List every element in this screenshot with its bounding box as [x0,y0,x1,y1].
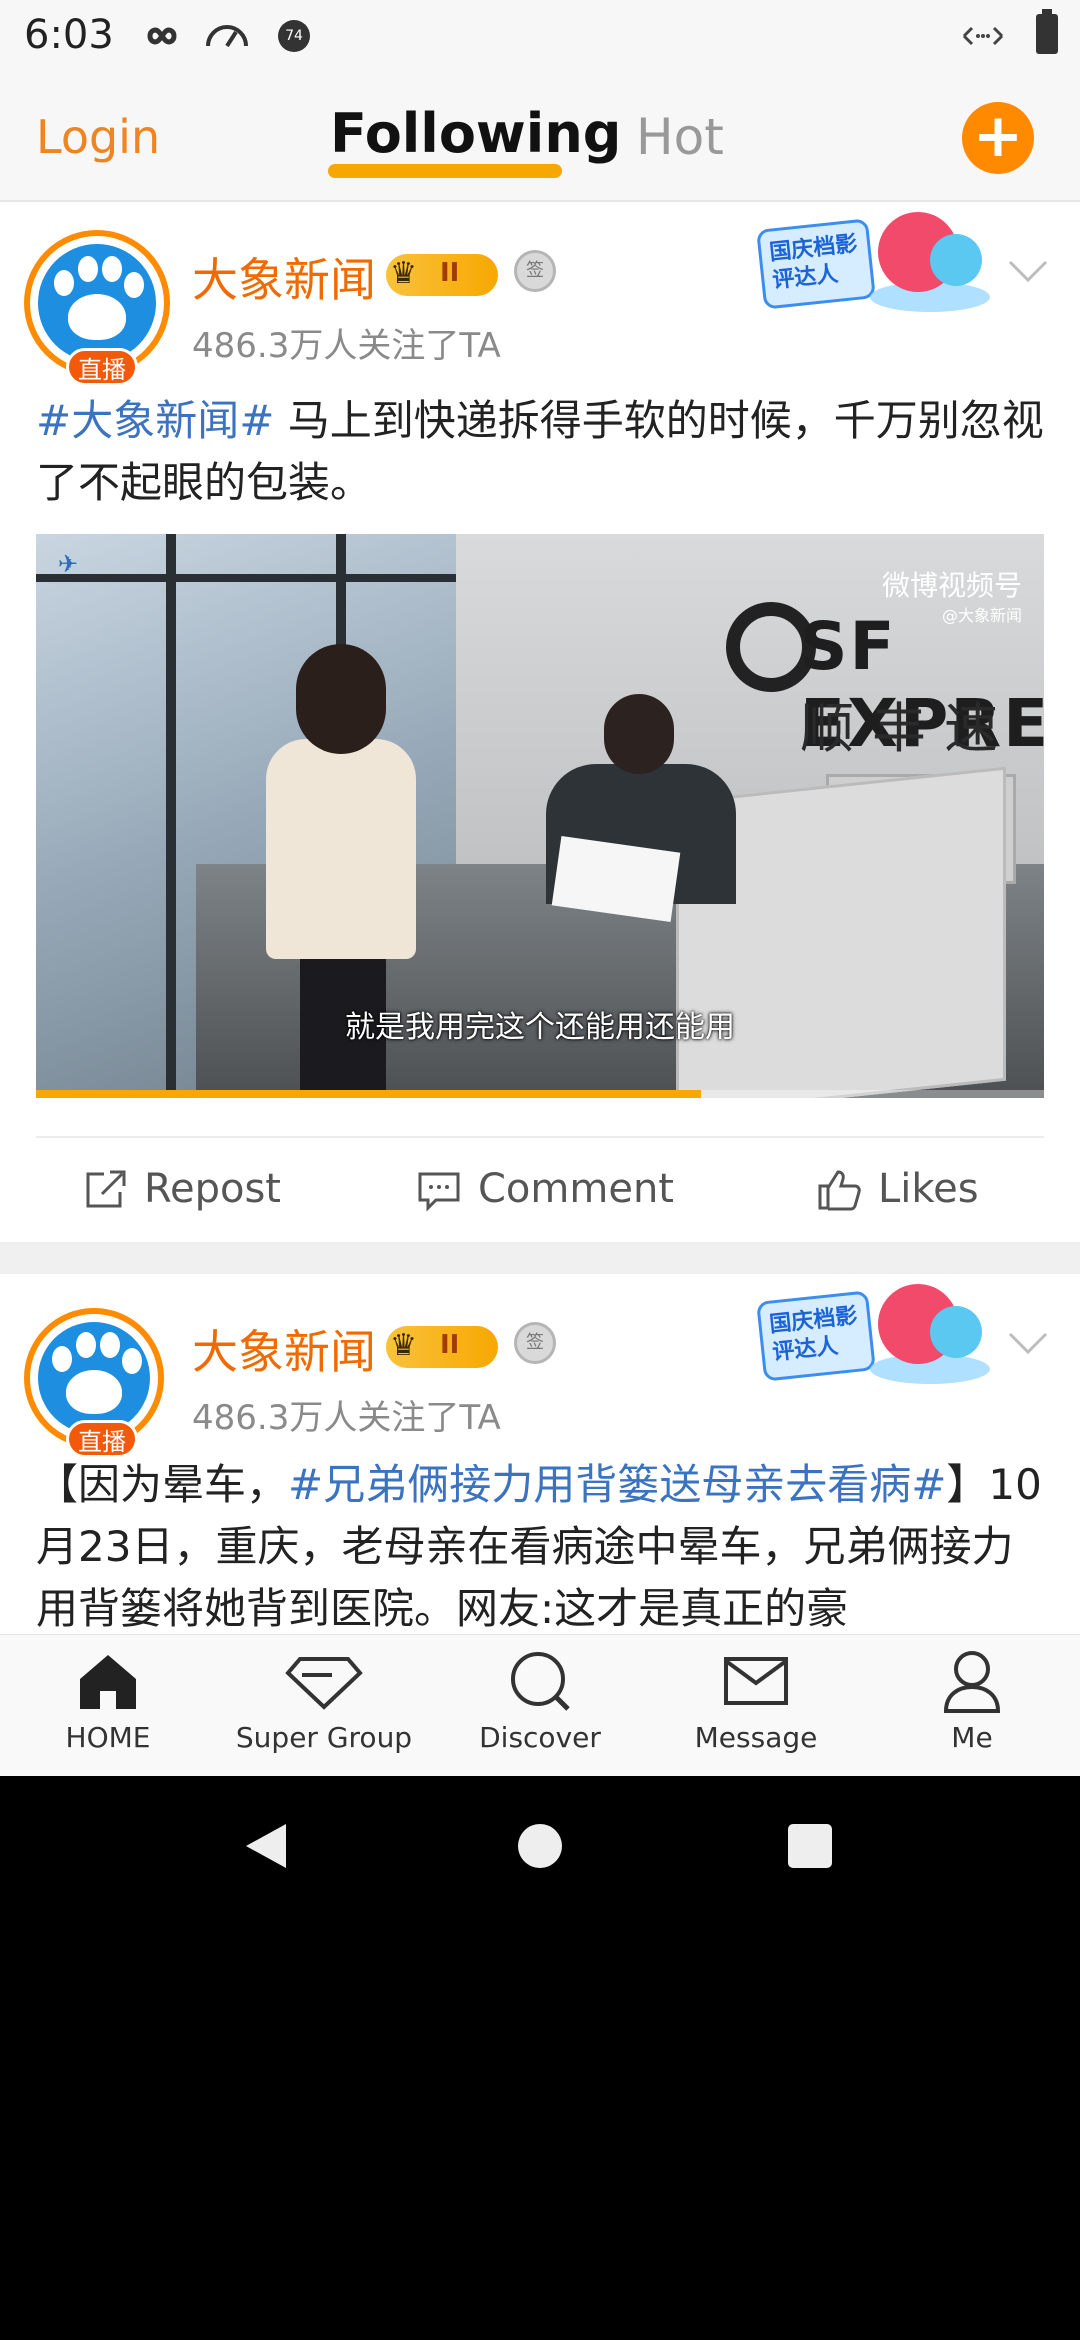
post-body-prefix: 【因为晕车， [36,1460,289,1509]
hashtag-link[interactable]: #兄弟俩接力用背篓送母亲去看病# [288,1460,946,1509]
hashtag-link[interactable]: #大象新闻# [36,396,274,445]
avatar[interactable]: 直播 [24,1308,164,1458]
paw-logo-icon [38,244,156,362]
feed-post[interactable]: 直播 大象新闻 ♛ II 签 486.3万人关注了TA 国庆档影评达人 #大象新… [0,202,1080,1242]
data-arrows-icon [962,26,1004,46]
login-link[interactable]: Login [36,110,160,164]
speedometer-icon [206,25,248,48]
comment-label: Comment [478,1166,674,1212]
nav-home-label: HOME [65,1721,151,1754]
nav-me-label: Me [951,1721,993,1754]
tab-hot[interactable]: Hot [636,108,724,166]
follower-count: 486.3万人关注了TA [192,1398,501,1438]
bottom-nav: HOME Super Group Discover Message Me [0,1634,1080,1776]
vip-level: II [440,1330,460,1360]
post-username[interactable]: 大象新闻 [192,244,376,310]
crown-icon: ♛ [390,256,417,291]
chevron-down-icon[interactable] [1008,1332,1048,1356]
status-time: 6:03 [24,12,114,58]
nav-me[interactable]: Me [872,1649,1072,1769]
feed-post[interactable]: 直播 大象新闻 ♛ II 签 486.3万人关注了TA 国庆档影评达人 【因为晕… [0,1274,1080,1634]
nav-super-group-label: Super Group [235,1721,413,1754]
nav-home[interactable]: HOME [8,1649,208,1769]
nav-message-label: Message [694,1721,818,1754]
vip-level: II [440,258,460,288]
follower-count: 486.3万人关注了TA [192,326,501,366]
promo-badge[interactable]: 国庆档影评达人 [756,212,1000,322]
medal-icon: 签 [514,1322,556,1364]
person-icon [943,1651,1001,1713]
post-username[interactable]: 大象新闻 [192,1316,376,1382]
medal-icon: 签 [514,250,556,292]
thumbs-up-icon [818,1170,861,1211]
active-tab-indicator [328,164,562,178]
repost-icon [86,1170,126,1208]
repost-label: Repost [144,1166,281,1212]
system-nav-bar [0,1776,1080,1918]
nav-message[interactable]: Message [656,1649,856,1769]
status-bar: 6:03 74 [0,0,1080,72]
video-subtitle: 就是我用完这个还能用还能用 [345,1010,735,1045]
post-actions: Repost Comment Likes [36,1136,1044,1236]
live-badge: 直播 [66,1420,138,1458]
post-separator [0,1242,1080,1274]
live-badge: 直播 [66,348,138,386]
tab-following[interactable]: Following [330,102,621,165]
video-sign-cn: 顺丰速 [800,697,1016,760]
crown-icon: ♛ [390,1328,417,1363]
compose-plus-button[interactable]: + [962,102,1034,174]
home-circle-icon[interactable] [518,1824,562,1868]
video-watermark: 微博视频号 [881,569,1022,602]
avatar[interactable]: 直播 [24,230,170,386]
app-screen: 6:03 74 Login Following Hot + 直播 大象新闻 ♛ … [0,0,1080,1776]
post-text: 【因为晕车，#兄弟俩接力用背篓送母亲去看病#】10月23日，重庆，老母亲在看病途… [36,1454,1046,1634]
home-icon [80,1655,136,1709]
station-logo: ✈ [58,550,79,578]
vip-badge: ♛ II [386,254,498,296]
paw-logo-icon [38,1322,150,1434]
post-text: #大象新闻# 马上到快递拆得手软的时候，千万别忽视了不起眼的包装。 [36,390,1046,514]
vip-badge: ♛ II [386,1326,498,1368]
video-player[interactable]: SF EXPRE 顺丰速 ✈ 微博视频号 @大象新闻 就是我用完这个还能用还能用 [36,534,1044,1098]
back-icon[interactable] [244,1822,288,1870]
infinity-icon [147,27,177,45]
video-watermark-sub: @大象新闻 [941,606,1022,625]
video-progress-bar [36,1090,702,1098]
diamond-icon [285,1657,363,1710]
nav-super-group[interactable]: Super Group [224,1649,424,1769]
nav-discover[interactable]: Discover [440,1649,640,1769]
recents-icon[interactable] [788,1824,832,1868]
promo-badge[interactable]: 国庆档影评达人 [756,1284,1000,1394]
nav-discover-label: Discover [479,1721,601,1754]
battery-icon [1036,9,1058,54]
promo-text: 国庆档影评达人 [768,1303,859,1366]
promo-text: 国庆档影评达人 [768,231,859,294]
comment-icon [418,1172,460,1212]
mail-icon [724,1657,788,1705]
search-icon [511,1652,570,1711]
likes-label: Likes [878,1166,979,1212]
chevron-down-icon[interactable] [1008,260,1048,284]
notification-count-icon: 74 [278,20,310,52]
top-nav: Login Following Hot + [0,72,1080,202]
